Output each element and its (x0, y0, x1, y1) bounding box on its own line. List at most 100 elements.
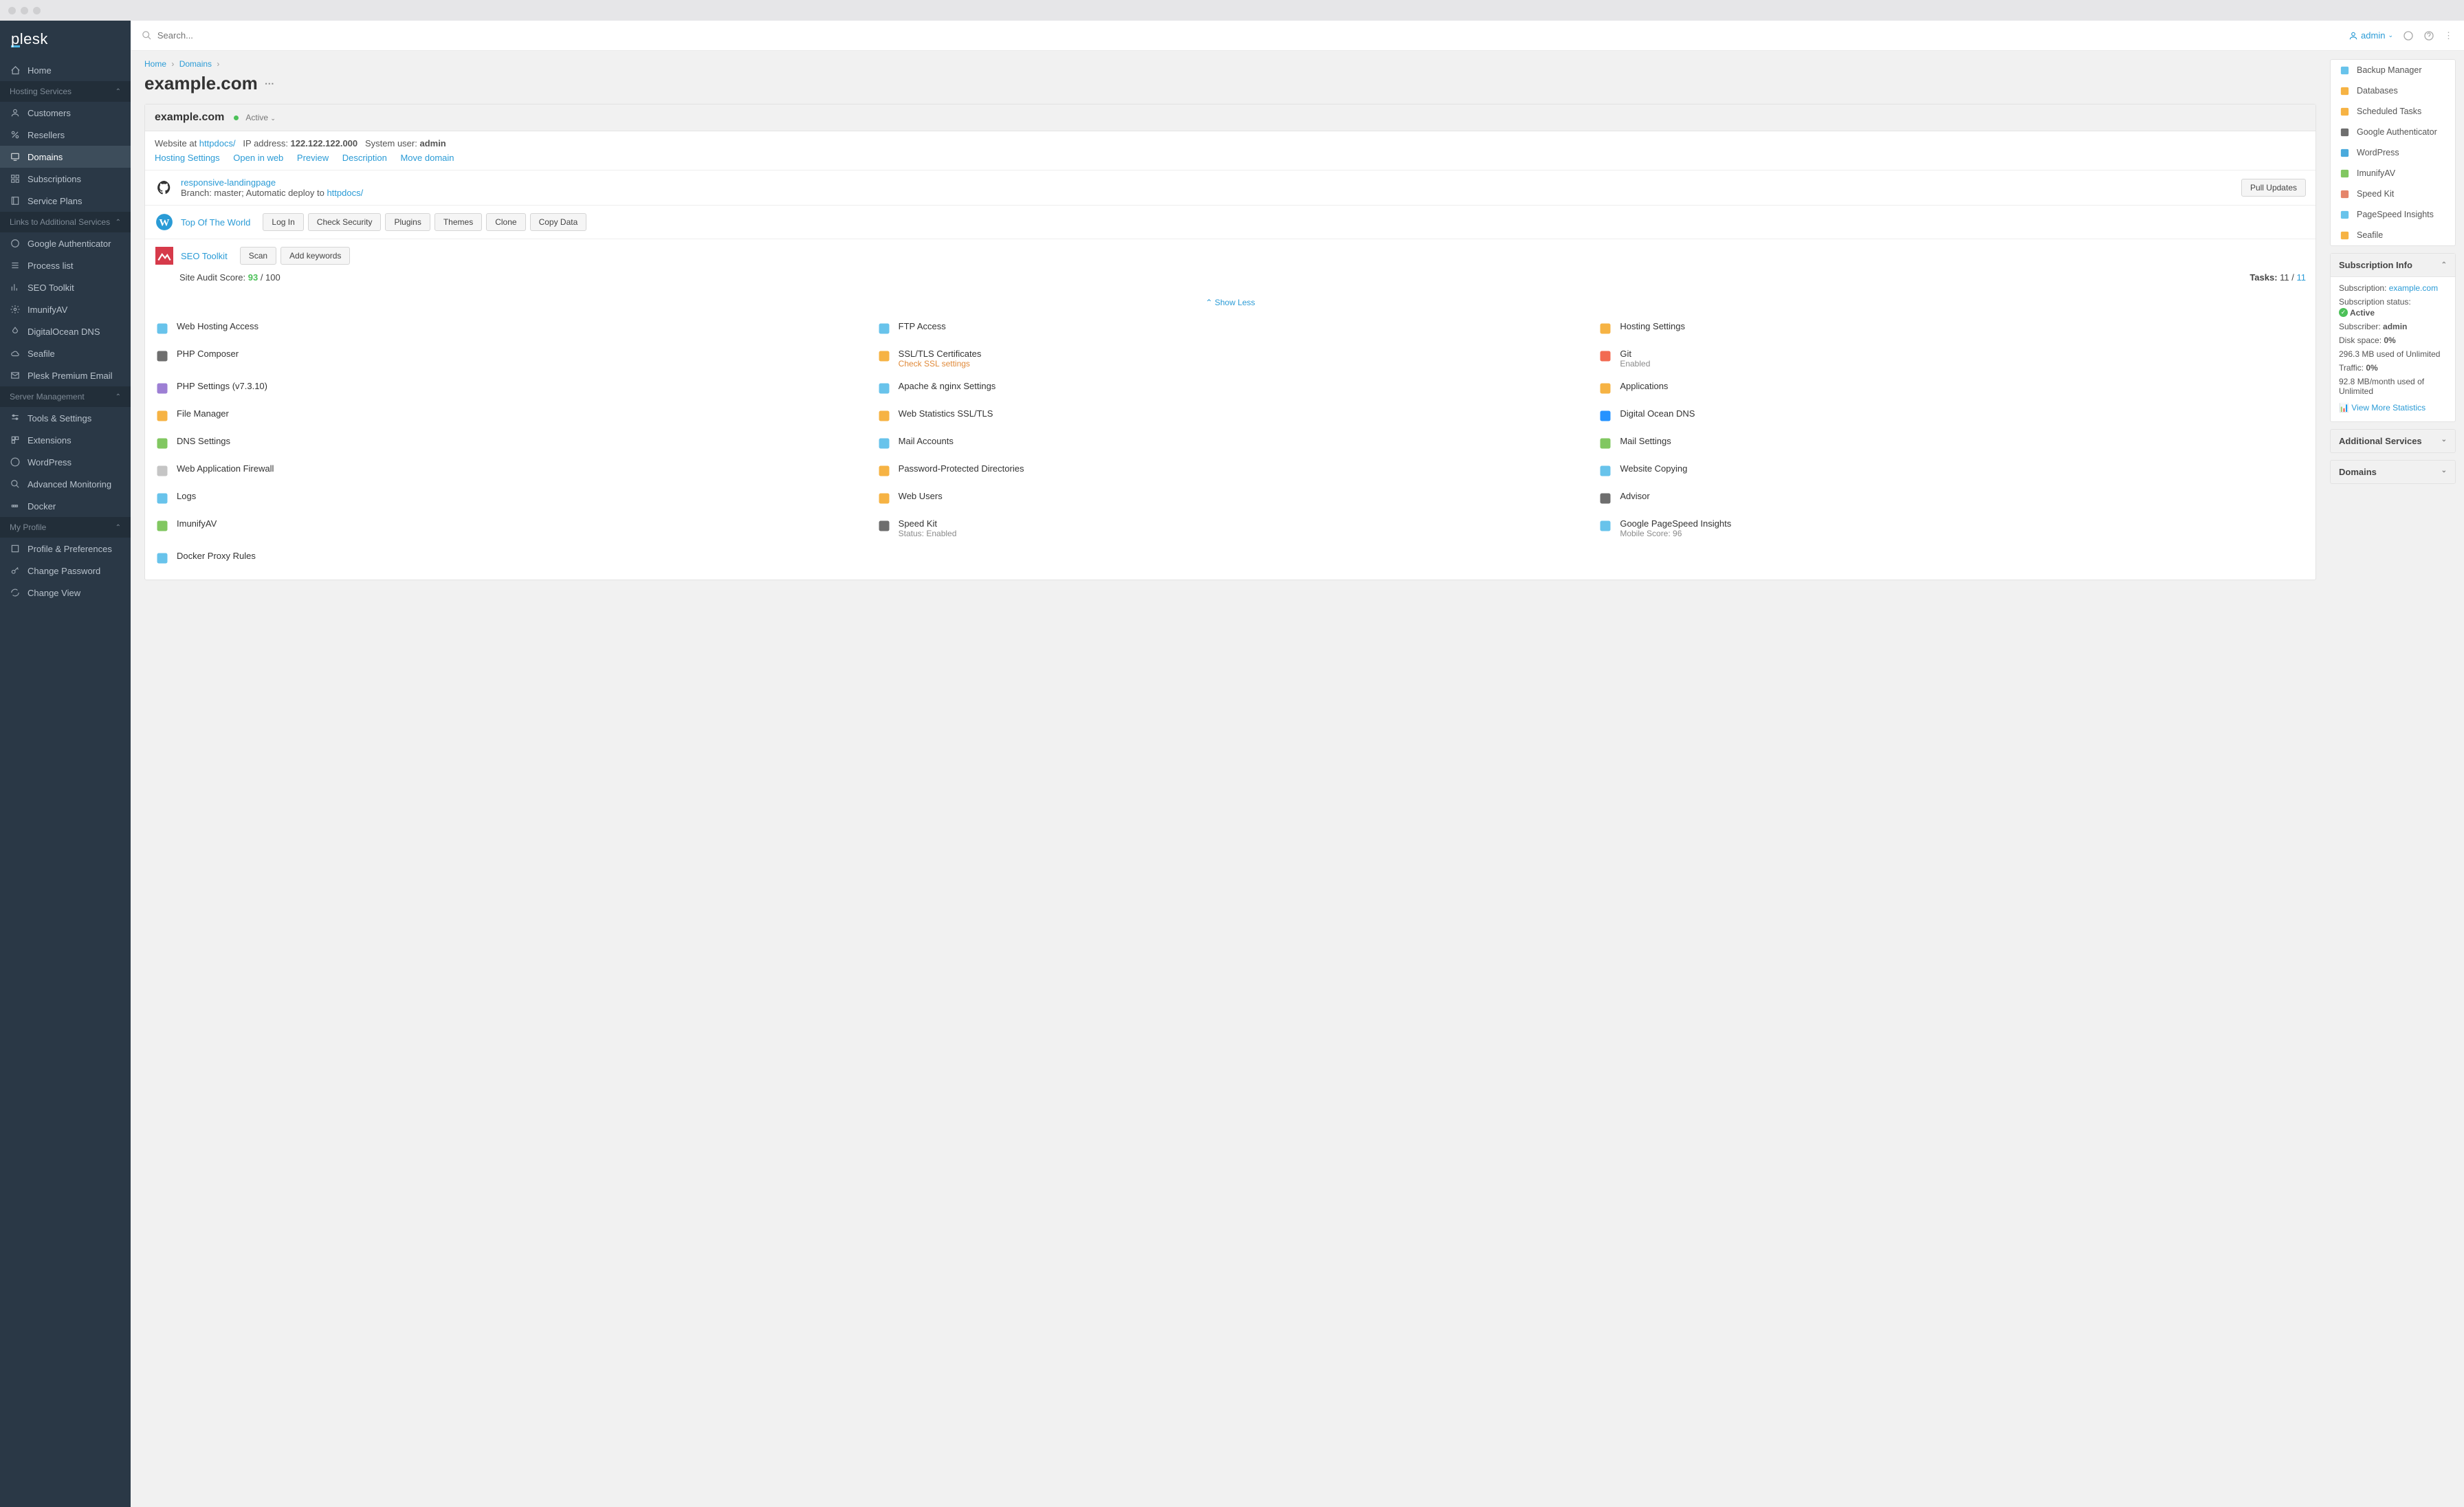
notification-icon[interactable] (2403, 30, 2414, 41)
traffic-light-min[interactable] (21, 7, 28, 14)
tool-item[interactable]: GitEnabled (1598, 344, 2306, 373)
sidebar-item-docker[interactable]: Docker (0, 495, 131, 517)
open-in-web-link[interactable]: Open in web (233, 153, 283, 163)
wordpress-site-link[interactable]: Top Of The World (181, 217, 250, 228)
subscription-link[interactable]: example.com (2389, 283, 2438, 293)
sidebar-item-imunifyav[interactable]: ImunifyAV (0, 298, 131, 320)
sidebar-item-service-plans[interactable]: Service Plans (0, 190, 131, 212)
user-menu[interactable]: admin ⌄ (2348, 30, 2393, 41)
additional-services-panel[interactable]: Additional Services ⌄ (2330, 429, 2456, 453)
sidebar-item-change-view[interactable]: Change View (0, 582, 131, 604)
sidebar-section-links[interactable]: Links to Additional Services ⌃ (0, 212, 131, 232)
tool-item[interactable]: Docker Proxy Rules (155, 547, 863, 570)
tool-item[interactable]: Speed KitStatus: Enabled (877, 514, 1585, 542)
git-deploy-link[interactable]: httpdocs/ (327, 188, 363, 198)
sidebar-section-server[interactable]: Server Management ⌃ (0, 386, 131, 407)
httpdocs-link[interactable]: httpdocs/ (199, 138, 236, 148)
quick-link-item[interactable]: Backup Manager (2331, 60, 2455, 80)
sidebar-item-change-password[interactable]: Change Password (0, 560, 131, 582)
preview-link[interactable]: Preview (297, 153, 329, 163)
sidebar-item-monitoring[interactable]: Advanced Monitoring (0, 473, 131, 495)
sidebar-item-seo-toolkit[interactable]: SEO Toolkit (0, 276, 131, 298)
tool-item[interactable]: Mail Settings (1598, 432, 2306, 455)
sidebar-item-domains[interactable]: Domains (0, 146, 131, 168)
wp-plugins-button[interactable]: Plugins (385, 213, 430, 231)
subscription-info-head[interactable]: Subscription Info ⌃ (2331, 254, 2455, 277)
wp-login-button[interactable]: Log In (263, 213, 303, 231)
search-box[interactable] (142, 30, 2340, 41)
help-icon[interactable] (2423, 30, 2434, 41)
description-link[interactable]: Description (342, 153, 387, 163)
sidebar-item-digitalocean[interactable]: DigitalOcean DNS (0, 320, 131, 342)
tool-item[interactable]: Web Application Firewall (155, 459, 863, 483)
tool-item[interactable]: PHP Composer (155, 344, 863, 373)
status-label[interactable]: Active ⌄ (245, 113, 276, 122)
tool-item[interactable]: PHP Settings (v7.3.10) (155, 377, 863, 400)
git-repo-link[interactable]: responsive-landingpage (181, 177, 276, 188)
sidebar-item-customers[interactable]: Customers (0, 102, 131, 124)
hosting-settings-link[interactable]: Hosting Settings (155, 153, 220, 163)
seo-tasks-link[interactable]: 11 (2297, 272, 2307, 283)
more-icon[interactable]: ⋯ (265, 78, 274, 89)
sidebar-item-google-auth[interactable]: Google Authenticator (0, 232, 131, 254)
sidebar-item-extensions[interactable]: Extensions (0, 429, 131, 451)
tool-item[interactable]: Web Hosting Access (155, 317, 863, 340)
tool-item[interactable]: File Manager (155, 404, 863, 428)
tool-item[interactable]: Hosting Settings (1598, 317, 2306, 340)
wp-themes-button[interactable]: Themes (434, 213, 482, 231)
tool-item[interactable]: Website Copying (1598, 459, 2306, 483)
seo-keywords-button[interactable]: Add keywords (280, 247, 350, 265)
tool-item[interactable]: Apache & nginx Settings (877, 377, 1585, 400)
seo-scan-button[interactable]: Scan (240, 247, 276, 265)
tool-item[interactable]: ImunifyAV (155, 514, 863, 542)
tool-item[interactable]: Web Statistics SSL/TLS (877, 404, 1585, 428)
sidebar-section-hosting[interactable]: Hosting Services ⌃ (0, 81, 131, 102)
sidebar-item-resellers[interactable]: Resellers (0, 124, 131, 146)
tool-item[interactable]: Mail Accounts (877, 432, 1585, 455)
more-icon[interactable]: ⋮ (2444, 30, 2453, 41)
traffic-light-close[interactable] (8, 7, 16, 14)
tool-item[interactable]: Applications (1598, 377, 2306, 400)
quick-link-item[interactable]: PageSpeed Insights (2331, 204, 2455, 225)
search-input[interactable] (157, 30, 2340, 41)
move-domain-link[interactable]: Move domain (400, 153, 454, 163)
tool-item[interactable]: Digital Ocean DNS (1598, 404, 2306, 428)
tool-item[interactable]: FTP Access (877, 317, 1585, 340)
tool-label: Speed Kit (899, 518, 957, 529)
breadcrumb-home[interactable]: Home (144, 59, 166, 69)
sidebar-item-seafile[interactable]: Seafile (0, 342, 131, 364)
sidebar-item-home[interactable]: Home (0, 59, 131, 81)
sidebar-item-profile-prefs[interactable]: Profile & Preferences (0, 538, 131, 560)
sliders-icon (10, 412, 21, 424)
sidebar-item-subscriptions[interactable]: Subscriptions (0, 168, 131, 190)
sidebar-item-process-list[interactable]: Process list (0, 254, 131, 276)
tool-item[interactable]: Password-Protected Directories (877, 459, 1585, 483)
sidebar-item-premium-email[interactable]: Plesk Premium Email (0, 364, 131, 386)
quick-link-item[interactable]: WordPress (2331, 142, 2455, 163)
wp-clone-button[interactable]: Clone (486, 213, 525, 231)
sidebar-section-profile[interactable]: My Profile ⌃ (0, 517, 131, 538)
breadcrumb-domains[interactable]: Domains (179, 59, 212, 69)
sidebar-item-wordpress[interactable]: WordPress (0, 451, 131, 473)
domains-panel[interactable]: Domains ⌄ (2330, 460, 2456, 484)
tool-item[interactable]: Web Users (877, 487, 1585, 510)
quick-link-item[interactable]: Databases (2331, 80, 2455, 101)
quick-link-item[interactable]: Speed Kit (2331, 184, 2455, 204)
tool-item[interactable]: Google PageSpeed InsightsMobile Score: 9… (1598, 514, 2306, 542)
traffic-light-max[interactable] (33, 7, 41, 14)
tool-item[interactable]: SSL/TLS CertificatesCheck SSL settings (877, 344, 1585, 373)
quick-link-item[interactable]: Scheduled Tasks (2331, 101, 2455, 122)
tool-item[interactable]: Advisor (1598, 487, 2306, 510)
quick-link-item[interactable]: Seafile (2331, 225, 2455, 245)
tool-item[interactable]: Logs (155, 487, 863, 510)
seo-toolkit-link[interactable]: SEO Toolkit (181, 251, 228, 261)
sidebar-item-tools-settings[interactable]: Tools & Settings (0, 407, 131, 429)
show-less-toggle[interactable]: ⌃ Show Less (145, 291, 2316, 317)
quick-link-item[interactable]: ImunifyAV (2331, 163, 2455, 184)
view-more-stats-link[interactable]: View More Statistics (2351, 403, 2426, 412)
quick-link-item[interactable]: Google Authenticator (2331, 122, 2455, 142)
tool-item[interactable]: DNS Settings (155, 432, 863, 455)
wp-copydata-button[interactable]: Copy Data (530, 213, 587, 231)
wp-security-button[interactable]: Check Security (308, 213, 382, 231)
pull-updates-button[interactable]: Pull Updates (2241, 179, 2306, 197)
